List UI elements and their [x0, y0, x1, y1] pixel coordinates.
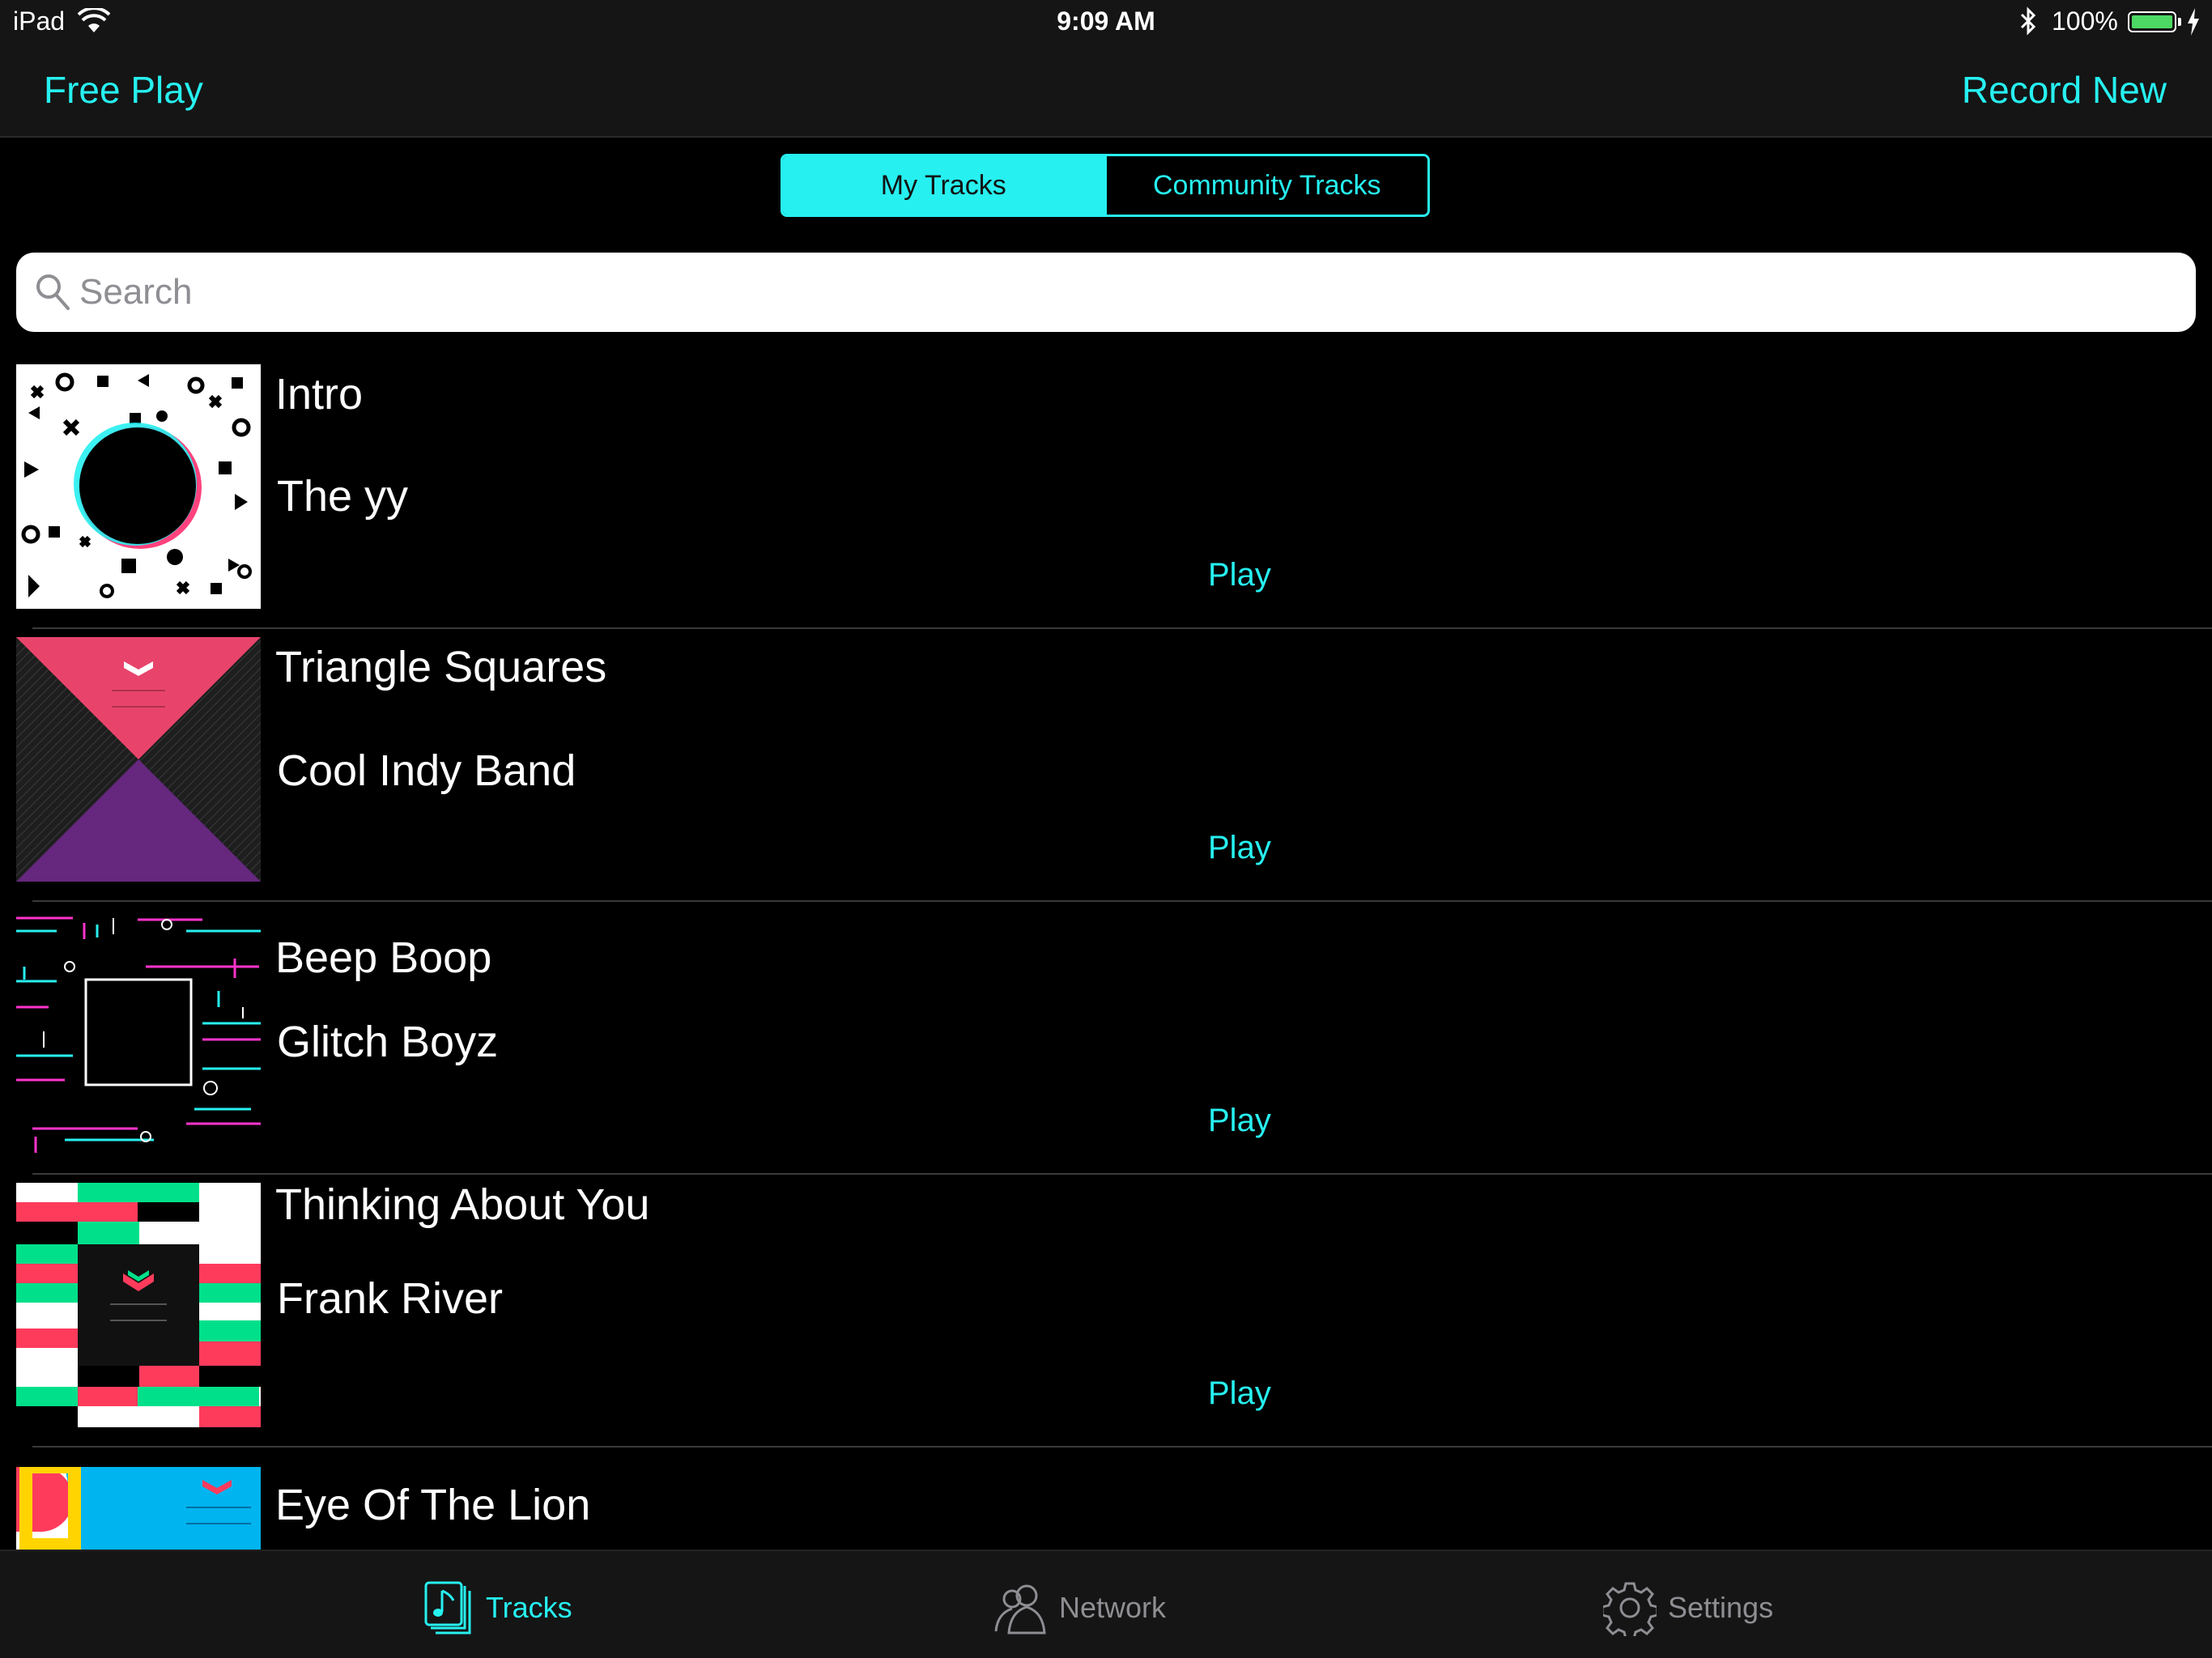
track-title: Intro [275, 370, 364, 419]
segment-community-tracks[interactable]: Community Tracks [1104, 156, 1427, 215]
people-icon [994, 1584, 1046, 1635]
track-list: Intro The yy Play Triangle Squares Cool … [0, 356, 2212, 1550]
gear-icon [1603, 1582, 1657, 1636]
navigation-bar: Free Play Record New [0, 44, 2212, 138]
track-title: Triangle Squares [275, 643, 607, 691]
track-row[interactable]: Triangle Squares Cool Indy Band Play [0, 629, 2212, 902]
play-button[interactable]: Play [1208, 830, 1271, 866]
track-artist: Glitch Boyz [277, 1018, 499, 1066]
blue-art [16, 1467, 261, 1550]
segment-my-tracks[interactable]: My Tracks [783, 156, 1104, 215]
battery-percent: 100% [2052, 6, 2118, 36]
battery-cap [2178, 18, 2181, 26]
record-new-button[interactable]: Record New [1962, 68, 2167, 112]
play-button[interactable]: Play [1208, 1103, 1271, 1139]
triangles-art [16, 637, 261, 882]
blocks-art [16, 1183, 261, 1427]
bluetooth-icon [2020, 6, 2036, 36]
track-artist: Frank River [277, 1274, 504, 1323]
track-artist: The yy [277, 472, 409, 521]
track-row[interactable]: Intro The yy Play [0, 356, 2212, 629]
tab-tracks[interactable]: Tracks [421, 1575, 572, 1640]
music-note-icon [424, 1581, 471, 1635]
track-row[interactable]: Eye Of The Lion [0, 1448, 2212, 1550]
tab-bar: Tracks Network Settings [0, 1550, 2212, 1658]
tracks-segmented-control: My Tracks Community Tracks [781, 154, 1430, 217]
free-play-button[interactable]: Free Play [44, 68, 203, 112]
tab-settings[interactable]: Settings [1603, 1575, 1773, 1640]
circle-shapes-art [16, 364, 261, 609]
tab-settings-label: Settings [1668, 1591, 1774, 1624]
clock: 9:09 AM [1057, 6, 1155, 36]
track-title: Thinking About You [275, 1180, 650, 1229]
track-title: Eye Of The Lion [275, 1481, 591, 1529]
glitch-art [16, 910, 261, 1154]
tab-network-label: Network [1059, 1591, 1167, 1624]
play-button[interactable]: Play [1208, 1375, 1271, 1412]
search-icon [36, 274, 70, 310]
charging-icon [2188, 8, 2199, 36]
battery-icon [2128, 11, 2176, 32]
track-row[interactable]: Beep Boop Glitch Boyz Play [0, 902, 2212, 1175]
track-title: Beep Boop [275, 933, 492, 982]
track-row[interactable]: Thinking About You Frank River Play [0, 1175, 2212, 1448]
play-button[interactable]: Play [1208, 557, 1271, 593]
status-bar: iPad 9:09 AM 100% [0, 0, 2212, 44]
search-bar [16, 253, 2196, 332]
tab-tracks-label: Tracks [486, 1591, 572, 1624]
search-input[interactable] [79, 262, 2168, 322]
track-artist: Cool Indy Band [277, 746, 576, 795]
tab-network[interactable]: Network [994, 1575, 1166, 1640]
